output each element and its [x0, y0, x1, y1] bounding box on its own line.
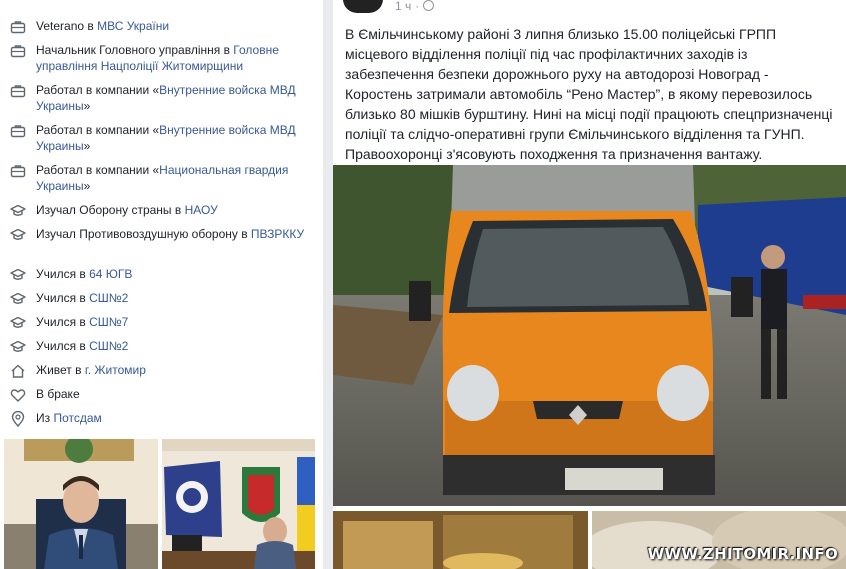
intro-item-link[interactable]: СШ№2 [89, 291, 128, 305]
officer-portrait-image [4, 439, 158, 569]
intro-item-link[interactable]: СШ№2 [89, 339, 128, 353]
intro-item-suffix: » [83, 139, 91, 153]
briefcase-icon [10, 43, 26, 59]
graduation-cap-icon [10, 315, 26, 331]
intro-item: Работал в компании «Внутренние войска МВ… [10, 122, 306, 154]
graduation-cap-icon [10, 291, 26, 307]
intro-item: Учился в 64 ЮГВ [10, 266, 306, 283]
intro-item-text: В браке [36, 386, 306, 402]
briefcase-icon [10, 163, 26, 179]
intro-item-prefix: Veterano в [36, 19, 98, 33]
intro-item-prefix: В браке [36, 387, 80, 401]
intro-item-text: Veterano в МВС України [36, 18, 306, 34]
location-pin-icon [10, 411, 26, 427]
intro-item-link[interactable]: 64 ЮГВ [89, 267, 132, 281]
intro-item: Живет в г. Житомир [10, 362, 306, 379]
post-timestamp[interactable]: 1 ч · [395, 0, 435, 13]
intro-item-link[interactable]: г. Житомир [85, 363, 146, 377]
meta-separator: · [415, 0, 420, 13]
intro-item-prefix: Из [36, 411, 54, 425]
intro-item-prefix: Учился в [36, 339, 90, 353]
intro-item: Изучал Оборону страны в НАОУ [10, 202, 306, 219]
profile-photo-2[interactable] [162, 439, 315, 569]
intro-item: В браке [10, 386, 306, 403]
amber-bags-image [333, 511, 588, 569]
office-photo-image [162, 439, 315, 569]
intro-item: Из Потсдам [10, 410, 306, 427]
intro-item-link[interactable]: Потсдам [53, 411, 101, 425]
intro-item-text: Изучал Противовоздушную оборону в ПВЗРКК… [36, 226, 306, 242]
intro-item-prefix: Учился в [36, 291, 90, 305]
intro-item-text: Работал в компании «Национальная гвардия… [36, 162, 306, 194]
intro-item: Изучал Противовоздушную оборону в ПВЗРКК… [10, 226, 306, 243]
intro-item-text: Работал в компании «Внутренние войска МВ… [36, 82, 306, 114]
intro-item-prefix: Изучал Оборону страны в [36, 203, 185, 217]
graduation-cap-icon [10, 339, 26, 355]
briefcase-icon [10, 19, 26, 35]
intro-item-text: Учился в СШ№7 [36, 314, 306, 330]
briefcase-icon [10, 123, 26, 139]
intro-item-prefix: Начальник Головного управління в [36, 43, 234, 57]
intro-item: Veterano в МВС України [10, 18, 306, 35]
intro-item-prefix: Изучал Противовоздушную оборону в [36, 227, 251, 241]
intro-item: Работал в компании «Внутренние войска МВ… [10, 82, 306, 114]
intro-item-text: Начальник Головного управління в Головне… [36, 42, 306, 74]
briefcase-icon [10, 83, 26, 99]
home-icon [10, 363, 26, 379]
post-time-text[interactable]: 1 ч [395, 0, 411, 13]
intro-item: Работал в компании «Национальная гвардия… [10, 162, 306, 194]
post-main-photo[interactable] [333, 165, 846, 506]
intro-item-prefix: Учился в [36, 267, 90, 281]
intro-item-prefix: Работал в компании « [36, 123, 160, 137]
post-header: 1 ч · [343, 0, 435, 13]
intro-item-suffix: » [83, 99, 91, 113]
intro-item-text: Живет в г. Житомир [36, 362, 306, 378]
post-thumb-photo-2[interactable]: WWW.ZHITOMIR.INFO [592, 511, 846, 569]
intro-item-prefix: Работал в компании « [36, 83, 160, 97]
intro-item-link[interactable]: МВС України [97, 19, 169, 33]
intro-item-text: Учился в СШ№2 [36, 290, 306, 306]
intro-item-prefix: Учился в [36, 315, 90, 329]
intro-item: Учился в СШ№2 [10, 338, 306, 355]
post-text: В Ємільчинському районі 3 липня близько … [345, 26, 833, 162]
intro-item: Начальник Головного управління в Головне… [10, 42, 306, 74]
intro-item-suffix: » [83, 179, 91, 193]
intro-item-link[interactable]: НАОУ [185, 203, 218, 217]
intro-item-text: Работал в компании «Внутренние войска МВ… [36, 122, 306, 154]
intro-column: Veterano в МВС України Начальник Головног… [0, 0, 323, 569]
globe-icon[interactable] [423, 0, 435, 11]
intro-item-text: Из Потсдам [36, 410, 306, 426]
heart-icon [10, 387, 26, 403]
site-watermark: WWW.ZHITOMIR.INFO [647, 545, 838, 563]
intro-item: Учился в СШ№2 [10, 290, 306, 307]
post-thumb-photo-1[interactable] [333, 511, 588, 569]
intro-item-text: Учился в 64 ЮГВ [36, 266, 306, 282]
graduation-cap-icon [10, 267, 26, 283]
intro-item-link[interactable]: ПВЗРККУ [251, 227, 304, 241]
graduation-cap-icon [10, 227, 26, 243]
intro-item-text: Изучал Оборону страны в НАОУ [36, 202, 306, 218]
author-avatar[interactable] [343, 0, 383, 13]
orange-van-image [333, 165, 846, 506]
profile-photo-1[interactable] [4, 439, 158, 569]
intro-item-text: Учился в СШ№2 [36, 338, 306, 354]
post-card: 1 ч · В Ємільчинському районі 3 липня бли… [333, 0, 846, 569]
graduation-cap-icon [10, 203, 26, 219]
intro-item-prefix: Живет в [36, 363, 85, 377]
intro-item: Учился в СШ№7 [10, 314, 306, 331]
intro-item-link[interactable]: СШ№7 [89, 315, 128, 329]
intro-item-prefix: Работал в компании « [36, 163, 160, 177]
